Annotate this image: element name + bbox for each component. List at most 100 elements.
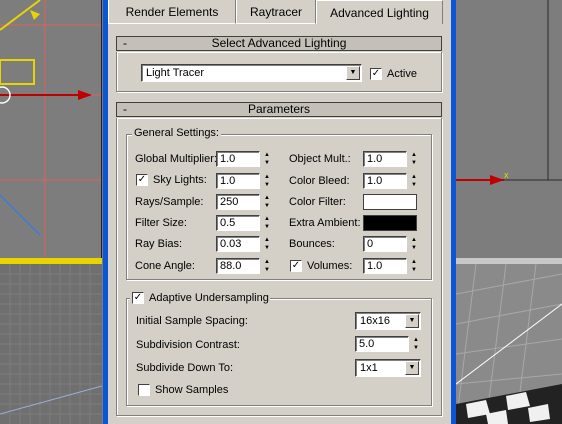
volumes-value[interactable]: 1.0 xyxy=(363,258,407,274)
spinner-up-icon[interactable]: ▲ xyxy=(409,151,419,159)
ray-bias-spinner[interactable]: 0.03 ▲ ▼ xyxy=(216,236,272,252)
filter-size-spinner[interactable]: 0.5 ▲ ▼ xyxy=(216,215,272,231)
color-bleed-value[interactable]: 1.0 xyxy=(363,173,407,189)
rays-sample-spinner[interactable]: 250 ▲ ▼ xyxy=(216,194,272,210)
select-advanced-lighting-rollout[interactable]: - Select Advanced Lighting xyxy=(116,36,442,51)
color-filter-swatch[interactable] xyxy=(363,194,417,210)
viewport-bottom-left[interactable] xyxy=(0,264,102,424)
viewport-top-right[interactable]: x xyxy=(456,0,562,262)
spinner-up-icon[interactable]: ▲ xyxy=(411,336,421,344)
spinner-arrows[interactable]: ▲ ▼ xyxy=(262,236,272,252)
spinner-up-icon[interactable]: ▲ xyxy=(409,258,419,266)
filter-size-label: Filter Size: xyxy=(135,217,187,229)
subdivision-contrast-spinner[interactable]: 5.0 ▲ ▼ xyxy=(355,336,421,352)
spinner-down-icon[interactable]: ▼ xyxy=(262,159,272,167)
rollout-title: Select Advanced Lighting xyxy=(211,36,347,50)
adaptive-undersampling-label: Adaptive Undersampling xyxy=(149,292,269,304)
volumes-label: Volumes: xyxy=(307,260,353,272)
sky-lights-value[interactable]: 1.0 xyxy=(216,173,260,189)
general-settings-title: General Settings: xyxy=(132,127,221,139)
spinner-down-icon[interactable]: ▼ xyxy=(409,181,419,189)
volumes-spinner[interactable]: 1.0 ▲ ▼ xyxy=(363,258,419,274)
active-label: Active xyxy=(387,68,417,80)
rollout-title: Parameters xyxy=(247,102,311,116)
spinner-arrows[interactable]: ▲ ▼ xyxy=(262,215,272,231)
viewport-bottom-right[interactable] xyxy=(456,264,562,424)
viewport-top-left[interactable] xyxy=(0,0,102,262)
adaptive-undersampling-checkbox[interactable]: ✓ xyxy=(132,292,144,304)
parameters-rollout[interactable]: - Parameters xyxy=(116,102,442,117)
spinner-up-icon[interactable]: ▲ xyxy=(262,173,272,181)
object-mult-value[interactable]: 1.0 xyxy=(363,151,407,167)
global-multiplier-spinner[interactable]: 1.0 ▲ ▼ xyxy=(216,151,272,167)
rays-sample-value[interactable]: 250 xyxy=(216,194,260,210)
spinner-up-icon[interactable]: ▲ xyxy=(262,151,272,159)
tab-bar: Render Elements Raytracer Advanced Light… xyxy=(108,0,451,24)
cone-angle-label: Cone Angle: xyxy=(135,260,195,272)
spinner-up-icon[interactable]: ▲ xyxy=(409,173,419,181)
ray-bias-value[interactable]: 0.03 xyxy=(216,236,260,252)
tab-advanced-lighting[interactable]: Advanced Lighting xyxy=(316,0,443,24)
show-samples-checkbox[interactable] xyxy=(138,384,150,396)
spinner-arrows[interactable]: ▲ ▼ xyxy=(262,173,272,189)
object-mult-label: Object Mult.: xyxy=(289,153,351,165)
spinner-down-icon[interactable]: ▼ xyxy=(411,344,421,352)
spinner-down-icon[interactable]: ▼ xyxy=(262,244,272,252)
subdivide-down-to-dropdown[interactable]: 1x1 ▼ xyxy=(355,359,421,377)
active-checkbox[interactable]: ✓ xyxy=(370,68,382,80)
spinner-down-icon[interactable]: ▼ xyxy=(262,181,272,189)
cone-angle-spinner[interactable]: 88.0 ▲ ▼ xyxy=(216,258,272,274)
spinner-arrows[interactable]: ▲ ▼ xyxy=(409,151,419,167)
sky-lights-label: Sky Lights: xyxy=(153,174,207,186)
spinner-up-icon[interactable]: ▲ xyxy=(262,215,272,223)
spinner-arrows[interactable]: ▲ ▼ xyxy=(262,258,272,274)
spinner-up-icon[interactable]: ▲ xyxy=(262,236,272,244)
tab-render-elements[interactable]: Render Elements xyxy=(108,0,236,24)
spinner-arrows[interactable]: ▲ ▼ xyxy=(409,236,419,252)
lighting-plugin-dropdown[interactable]: Light Tracer ▼ xyxy=(141,64,362,82)
sky-lights-spinner[interactable]: 1.0 ▲ ▼ xyxy=(216,173,272,189)
show-samples-label: Show Samples xyxy=(155,384,229,396)
filter-size-value[interactable]: 0.5 xyxy=(216,215,260,231)
tab-raytracer[interactable]: Raytracer xyxy=(236,0,316,24)
color-bleed-spinner[interactable]: 1.0 ▲ ▼ xyxy=(363,173,419,189)
bounces-value[interactable]: 0 xyxy=(363,236,407,252)
global-multiplier-label: Global Multiplier: xyxy=(135,153,217,165)
subdivision-contrast-label: Subdivision Contrast: xyxy=(136,339,240,351)
spinner-down-icon[interactable]: ▼ xyxy=(262,223,272,231)
global-multiplier-value[interactable]: 1.0 xyxy=(216,151,260,167)
subdivide-down-to-value: 1x1 xyxy=(360,362,378,374)
object-mult-spinner[interactable]: 1.0 ▲ ▼ xyxy=(363,151,419,167)
spinner-arrows[interactable]: ▲ ▼ xyxy=(411,336,421,352)
spinner-arrows[interactable]: ▲ ▼ xyxy=(262,194,272,210)
chevron-down-icon: ▼ xyxy=(405,361,419,375)
extra-ambient-swatch[interactable] xyxy=(363,215,417,231)
initial-sample-spacing-label: Initial Sample Spacing: xyxy=(136,315,248,327)
spinner-arrows[interactable]: ▲ ▼ xyxy=(262,151,272,167)
volumes-checkbox[interactable]: ✓ xyxy=(290,260,302,272)
cone-angle-value[interactable]: 88.0 xyxy=(216,258,260,274)
viewport-top-left-scene xyxy=(0,0,101,262)
spinner-down-icon[interactable]: ▼ xyxy=(262,202,272,210)
sky-lights-checkbox[interactable]: ✓ xyxy=(136,174,148,186)
spinner-up-icon[interactable]: ▲ xyxy=(262,258,272,266)
rollout-collapse-icon: - xyxy=(123,36,127,50)
spinner-down-icon[interactable]: ▼ xyxy=(409,244,419,252)
subdivision-contrast-value[interactable]: 5.0 xyxy=(355,336,409,352)
initial-sample-spacing-dropdown[interactable]: 16x16 ▼ xyxy=(355,312,421,330)
extra-ambient-label: Extra Ambient: xyxy=(289,217,361,229)
color-bleed-label: Color Bleed: xyxy=(289,175,350,187)
chevron-down-icon: ▼ xyxy=(405,314,419,328)
spinner-up-icon[interactable]: ▲ xyxy=(409,236,419,244)
spinner-up-icon[interactable]: ▲ xyxy=(262,194,272,202)
viewport-bottom-left-grid xyxy=(0,264,102,424)
initial-sample-spacing-value: 16x16 xyxy=(360,315,390,327)
bounces-spinner[interactable]: 0 ▲ ▼ xyxy=(363,236,419,252)
spinner-down-icon[interactable]: ▼ xyxy=(262,266,272,274)
spinner-arrows[interactable]: ▲ ▼ xyxy=(409,173,419,189)
spinner-down-icon[interactable]: ▼ xyxy=(409,159,419,167)
viewport-bottom-right-scene xyxy=(456,264,562,424)
spinner-down-icon[interactable]: ▼ xyxy=(409,266,419,274)
ray-bias-label: Ray Bias: xyxy=(135,238,183,250)
spinner-arrows[interactable]: ▲ ▼ xyxy=(409,258,419,274)
